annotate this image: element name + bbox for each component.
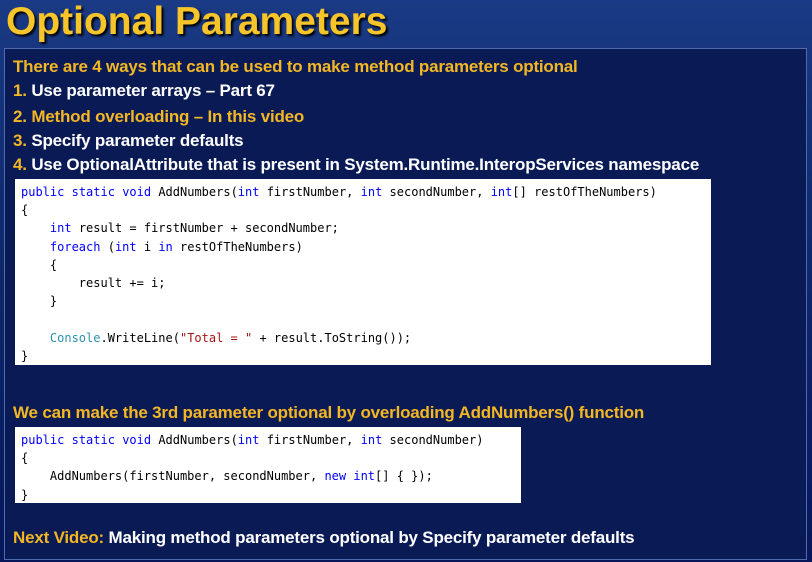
code-token: static (71, 433, 115, 447)
code-token: void (122, 433, 152, 447)
code-line: result += i; (21, 274, 711, 292)
way-text: Method overloading – In this video (31, 107, 305, 126)
code-line: { (21, 449, 521, 467)
way-number: 1. (13, 81, 27, 100)
code-token: Console (49, 330, 101, 345)
code-token: secondNumber) (382, 433, 484, 447)
code-token: } (21, 348, 29, 363)
code-token: result = firstNumber + secondNumber; (71, 221, 339, 236)
next-video-text: Making method parameters optional by Spe… (104, 528, 635, 547)
intro-text: There are 4 ways that can be used to mak… (13, 57, 578, 76)
code-line: AddNumbers(firstNumber, secondNumber, ne… (21, 467, 521, 485)
code-token: ( (100, 239, 115, 254)
code-token: + result.ToString()); (252, 330, 412, 345)
code-token: i (136, 239, 159, 254)
code-token: [] restOfTheNumbers) (512, 185, 657, 199)
code-token: AddNumbers(firstNumber, secondNumber, (21, 469, 325, 484)
code-token: int (353, 469, 376, 484)
overload-note: We can make the 3rd parameter optional b… (13, 403, 645, 422)
code-line: Console.WriteLine("Total = " + result.To… (21, 329, 711, 347)
way-text: Specify parameter defaults (31, 131, 244, 150)
way-item-1: 1. Use parameter arrays – Part 67 (13, 80, 275, 102)
code-token: void (122, 185, 152, 199)
next-video-label: Next Video: (13, 528, 105, 547)
way-text: Use OptionalAttribute that is present in… (31, 155, 700, 174)
code-token: int (490, 185, 513, 199)
code-token: new (324, 469, 347, 484)
code-token: foreach (49, 239, 101, 254)
code-token: { (21, 451, 29, 466)
code-token: AddNumbers( (151, 185, 238, 199)
slide-title: Optional Parameters (6, 0, 388, 43)
code-line: } (21, 347, 711, 365)
code-token: restOfTheNumbers) (172, 239, 303, 254)
next-video: Next Video: Making method parameters opt… (13, 527, 635, 549)
code-token: secondNumber, (382, 185, 491, 199)
way-number: 2. (13, 107, 27, 126)
code-token: int (114, 239, 137, 254)
code-token: { (21, 203, 29, 218)
way-item-2: 2. Method overloading – In this video (13, 106, 304, 128)
code-token: [] { }); (375, 469, 433, 484)
code-token: in (158, 239, 173, 254)
code-line: foreach (int i in restOfTheNumbers) (21, 238, 711, 256)
code-token: result += i; (21, 275, 166, 290)
code-line: int result = firstNumber + secondNumber; (21, 219, 711, 237)
code-token: int (237, 185, 260, 199)
way-item-4: 4. Use OptionalAttribute that is present… (13, 154, 699, 176)
way-text: Use parameter arrays – Part 67 (31, 81, 275, 100)
code-token: int (237, 433, 260, 447)
code-line: } (21, 486, 521, 504)
code-token: } (21, 487, 29, 502)
code-token: firstNumber, (259, 185, 361, 199)
code-line: public static void AddNumbers(int firstN… (21, 183, 711, 201)
code-block-param-array: public static void AddNumbers(int firstN… (15, 179, 711, 365)
code-block-overload: public static void AddNumbers(int firstN… (15, 427, 521, 503)
code-line: } (21, 292, 711, 310)
code-token: int (49, 221, 72, 236)
way-item-3: 3. Specify parameter defaults (13, 130, 244, 152)
code-token: int (360, 185, 383, 199)
code-token: int (360, 433, 383, 447)
code-token: public (21, 433, 65, 447)
code-line: { (21, 201, 711, 219)
way-number: 3. (13, 131, 27, 150)
code-token: AddNumbers( (151, 433, 238, 447)
way-number: 4. (13, 155, 27, 174)
code-line: { (21, 256, 711, 274)
code-token: public (21, 185, 65, 199)
code-token: firstNumber, (259, 433, 361, 447)
code-token: "Total = " (179, 330, 253, 345)
code-token: static (71, 185, 115, 199)
code-token: { (21, 257, 58, 272)
code-token: } (21, 294, 58, 309)
code-token: .WriteLine( (100, 330, 180, 345)
code-line: public static void AddNumbers(int firstN… (21, 431, 521, 449)
